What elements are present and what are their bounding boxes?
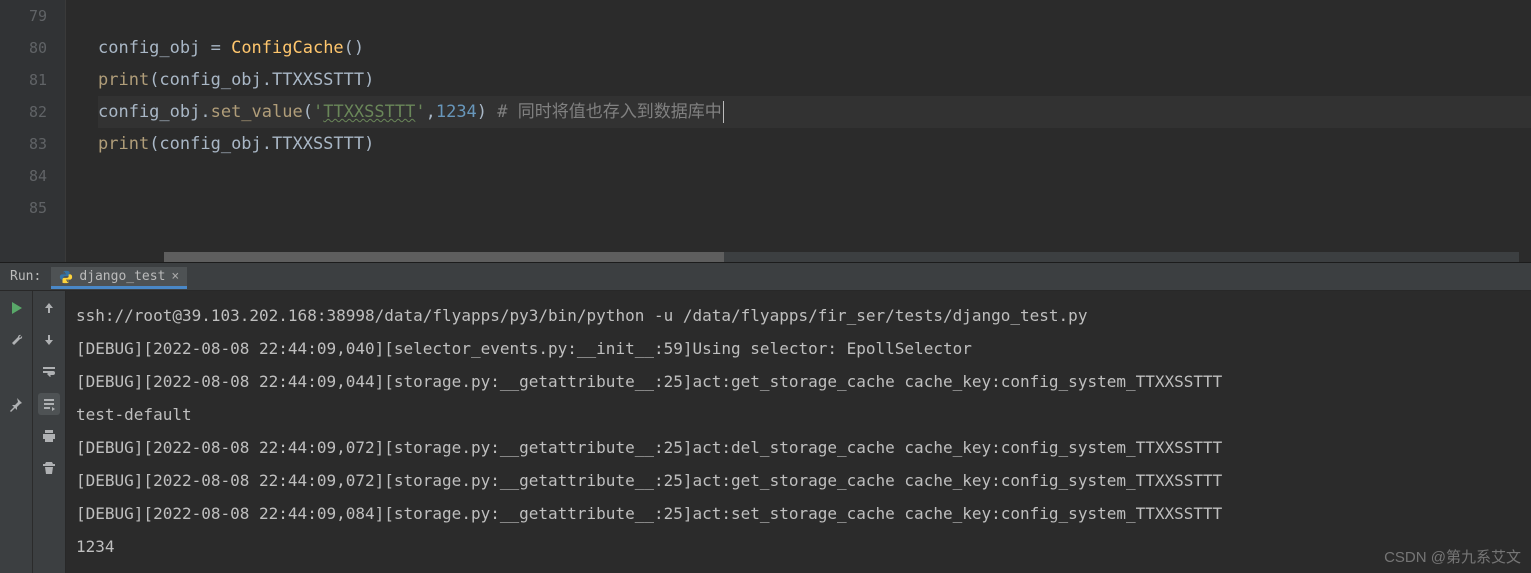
python-icon: [59, 270, 73, 284]
text-cursor: [723, 101, 724, 123]
close-icon[interactable]: ×: [171, 269, 179, 284]
line-number: 80: [0, 32, 47, 64]
code-line[interactable]: config_obj.set_value('TTXXSSTTT',1234) #…: [98, 96, 1531, 128]
scroll-to-end-button[interactable]: [38, 393, 60, 415]
line-number: 81: [0, 64, 47, 96]
code-line[interactable]: [98, 192, 1531, 224]
code-line[interactable]: [98, 160, 1531, 192]
run-tool-window: Run: django_test × ssh://root@39.103.202…: [0, 262, 1531, 573]
trash-button[interactable]: [38, 457, 60, 479]
print-button[interactable]: [38, 425, 60, 447]
line-number-gutter: 79808182838485: [0, 0, 66, 262]
run-button[interactable]: [5, 297, 27, 319]
run-toolbar-secondary: [33, 291, 66, 573]
console-output[interactable]: ssh://root@39.103.202.168:38998/data/fly…: [66, 291, 1531, 573]
code-line[interactable]: [98, 0, 1531, 32]
run-header: Run: django_test ×: [0, 263, 1531, 291]
line-number: 82: [0, 96, 47, 128]
stop-button[interactable]: [5, 361, 27, 383]
line-number: 83: [0, 128, 47, 160]
code-line[interactable]: config_obj = ConfigCache(): [98, 32, 1531, 64]
watermark: CSDN @第九系艾文: [1384, 546, 1521, 567]
code-content[interactable]: config_obj = ConfigCache()print(config_o…: [66, 0, 1531, 262]
run-toolbar-left: [0, 291, 33, 573]
down-button[interactable]: [38, 329, 60, 351]
horizontal-scrollbar[interactable]: [164, 252, 1519, 262]
line-number: 84: [0, 160, 47, 192]
line-number: 79: [0, 0, 47, 32]
up-button[interactable]: [38, 297, 60, 319]
run-label: Run:: [0, 269, 51, 284]
code-editor[interactable]: 79808182838485 config_obj = ConfigCache(…: [0, 0, 1531, 262]
line-number: 85: [0, 192, 47, 224]
edit-config-button[interactable]: [5, 329, 27, 351]
code-line[interactable]: print(config_obj.TTXXSSTTT): [98, 64, 1531, 96]
code-line[interactable]: print(config_obj.TTXXSSTTT): [98, 128, 1531, 160]
scrollbar-thumb[interactable]: [164, 252, 724, 262]
run-tab-label: django_test: [79, 269, 165, 284]
pin-button[interactable]: [5, 393, 27, 415]
soft-wrap-button[interactable]: [38, 361, 60, 383]
run-tab-django-test[interactable]: django_test ×: [51, 265, 187, 289]
